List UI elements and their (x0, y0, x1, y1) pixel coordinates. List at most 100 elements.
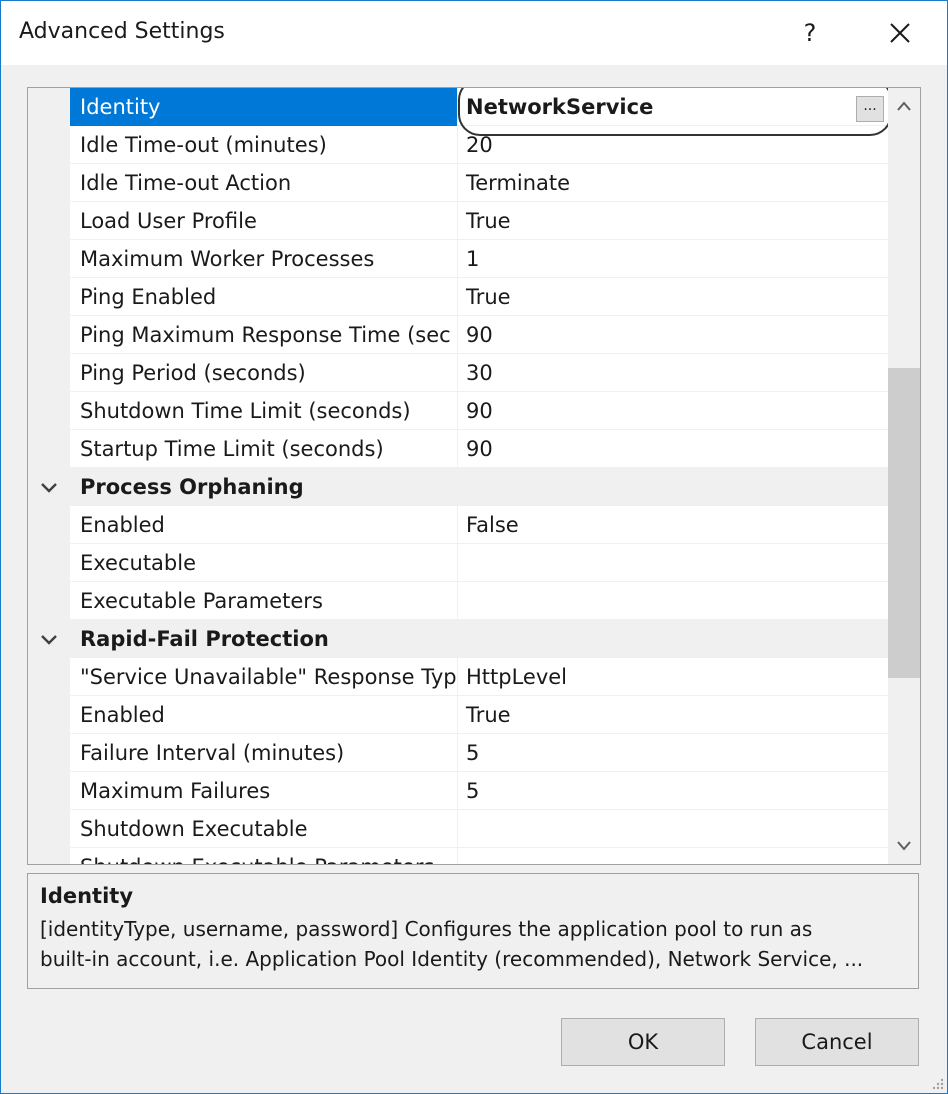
vertical-scrollbar[interactable] (888, 88, 920, 864)
property-row[interactable]: Shutdown Executable Parameters (28, 848, 888, 864)
property-name[interactable]: Startup Time Limit (seconds) (70, 430, 458, 468)
property-row[interactable]: Failure Interval (minutes) 5 (28, 734, 888, 772)
property-name[interactable]: Enabled (70, 696, 458, 734)
scroll-down-button[interactable] (888, 828, 920, 864)
property-row[interactable]: "Service Unavailable" Response Type HttpL… (28, 658, 888, 696)
row-gutter (28, 506, 70, 544)
property-name[interactable]: Failure Interval (minutes) (70, 734, 458, 772)
browse-ellipsis-button[interactable]: ... (856, 96, 884, 122)
property-value[interactable]: 5 (458, 772, 888, 810)
property-row[interactable]: Executable (28, 544, 888, 582)
property-value[interactable]: 30 (458, 354, 888, 392)
property-row[interactable]: Enabled True (28, 696, 888, 734)
row-gutter (28, 430, 70, 468)
property-row[interactable]: Shutdown Time Limit (seconds) 90 (28, 392, 888, 430)
property-row[interactable]: Startup Time Limit (seconds) 90 (28, 430, 888, 468)
description-panel: Identity [identityType, username, passwo… (27, 873, 919, 989)
property-row[interactable]: Identity NetworkService... (28, 88, 888, 126)
property-name[interactable]: Executable Parameters (70, 582, 458, 620)
row-gutter (28, 734, 70, 772)
property-name[interactable]: Executable (70, 544, 458, 582)
row-gutter (28, 126, 70, 164)
property-row[interactable]: Load User Profile True (28, 202, 888, 240)
property-value[interactable]: 90 (458, 392, 888, 430)
property-name[interactable]: Shutdown Executable Parameters (70, 848, 458, 864)
property-value[interactable]: True (458, 696, 888, 734)
property-name[interactable]: Shutdown Time Limit (seconds) (70, 392, 458, 430)
row-gutter (28, 810, 70, 848)
property-row[interactable]: Idle Time-out (minutes) 20 (28, 126, 888, 164)
property-row[interactable]: Maximum Worker Processes 1 (28, 240, 888, 278)
property-name[interactable]: Identity (70, 88, 458, 126)
collapse-chevron-icon[interactable] (38, 628, 60, 650)
row-gutter (28, 354, 70, 392)
description-line-1: [identityType, username, password] Confi… (40, 917, 813, 941)
property-row[interactable]: Enabled False (28, 506, 888, 544)
row-gutter (28, 696, 70, 734)
row-gutter (28, 316, 70, 354)
property-value[interactable] (458, 544, 888, 582)
property-name[interactable]: Maximum Worker Processes (70, 240, 458, 278)
row-gutter (28, 240, 70, 278)
property-value[interactable]: 5 (458, 734, 888, 772)
property-row[interactable]: Ping Period (seconds) 30 (28, 354, 888, 392)
property-name[interactable]: Ping Maximum Response Time (sec (70, 316, 458, 354)
property-value[interactable]: NetworkService (458, 88, 888, 126)
row-gutter (28, 88, 70, 126)
row-gutter (28, 772, 70, 810)
property-name[interactable]: Load User Profile (70, 202, 458, 240)
category-label: Process Orphaning (80, 475, 304, 499)
resize-grip-icon[interactable] (929, 1075, 945, 1091)
close-button[interactable] (877, 11, 923, 55)
title-bar: Advanced Settings ? (1, 1, 947, 65)
property-grid[interactable]: Identity NetworkService... Idle Time-out (… (27, 87, 921, 865)
property-value[interactable]: 20 (458, 126, 888, 164)
scroll-thumb[interactable] (888, 368, 920, 678)
property-name[interactable]: "Service Unavailable" Response Type (70, 658, 458, 696)
property-rows: Identity NetworkService... Idle Time-out (… (28, 88, 888, 864)
property-value[interactable]: True (458, 202, 888, 240)
row-gutter (28, 202, 70, 240)
dialog-title: Advanced Settings (19, 19, 225, 44)
property-row[interactable]: Maximum Failures 5 (28, 772, 888, 810)
property-row[interactable]: Ping Enabled True (28, 278, 888, 316)
property-name[interactable]: Ping Period (seconds) (70, 354, 458, 392)
advanced-settings-dialog: Advanced Settings ? Identity NetworkServi… (0, 0, 948, 1094)
property-value[interactable]: HttpLevel (458, 658, 888, 696)
property-name[interactable]: Maximum Failures (70, 772, 458, 810)
property-name[interactable]: Enabled (70, 506, 458, 544)
property-name[interactable]: Ping Enabled (70, 278, 458, 316)
close-icon (890, 23, 910, 43)
row-gutter (28, 544, 70, 582)
ok-button[interactable]: OK (561, 1018, 725, 1066)
row-gutter (28, 658, 70, 696)
description-title: Identity (40, 884, 134, 908)
property-row[interactable]: Ping Maximum Response Time (sec 90 (28, 316, 888, 354)
property-name[interactable]: Idle Time-out (minutes) (70, 126, 458, 164)
property-value[interactable] (458, 848, 888, 864)
category-label: Rapid-Fail Protection (80, 627, 329, 651)
row-gutter (28, 278, 70, 316)
help-button[interactable]: ? (787, 11, 833, 55)
property-name[interactable]: Shutdown Executable (70, 810, 458, 848)
property-row[interactable]: Executable Parameters (28, 582, 888, 620)
row-gutter (28, 164, 70, 202)
property-value[interactable]: True (458, 278, 888, 316)
description-line-2: built-in account, i.e. Application Pool … (40, 947, 864, 971)
property-row[interactable]: Shutdown Executable (28, 810, 888, 848)
category-row[interactable]: Process Orphaning (28, 468, 888, 506)
category-row[interactable]: Rapid-Fail Protection (28, 620, 888, 658)
property-row[interactable]: Idle Time-out Action Terminate (28, 164, 888, 202)
property-value[interactable] (458, 582, 888, 620)
chevron-up-icon (897, 101, 911, 111)
cancel-button[interactable]: Cancel (755, 1018, 919, 1066)
property-value[interactable]: 90 (458, 316, 888, 354)
property-value[interactable]: False (458, 506, 888, 544)
property-value[interactable]: 1 (458, 240, 888, 278)
property-value[interactable]: 90 (458, 430, 888, 468)
scroll-up-button[interactable] (888, 88, 920, 124)
property-value[interactable]: Terminate (458, 164, 888, 202)
collapse-chevron-icon[interactable] (38, 476, 60, 498)
property-name[interactable]: Idle Time-out Action (70, 164, 458, 202)
property-value[interactable] (458, 810, 888, 848)
